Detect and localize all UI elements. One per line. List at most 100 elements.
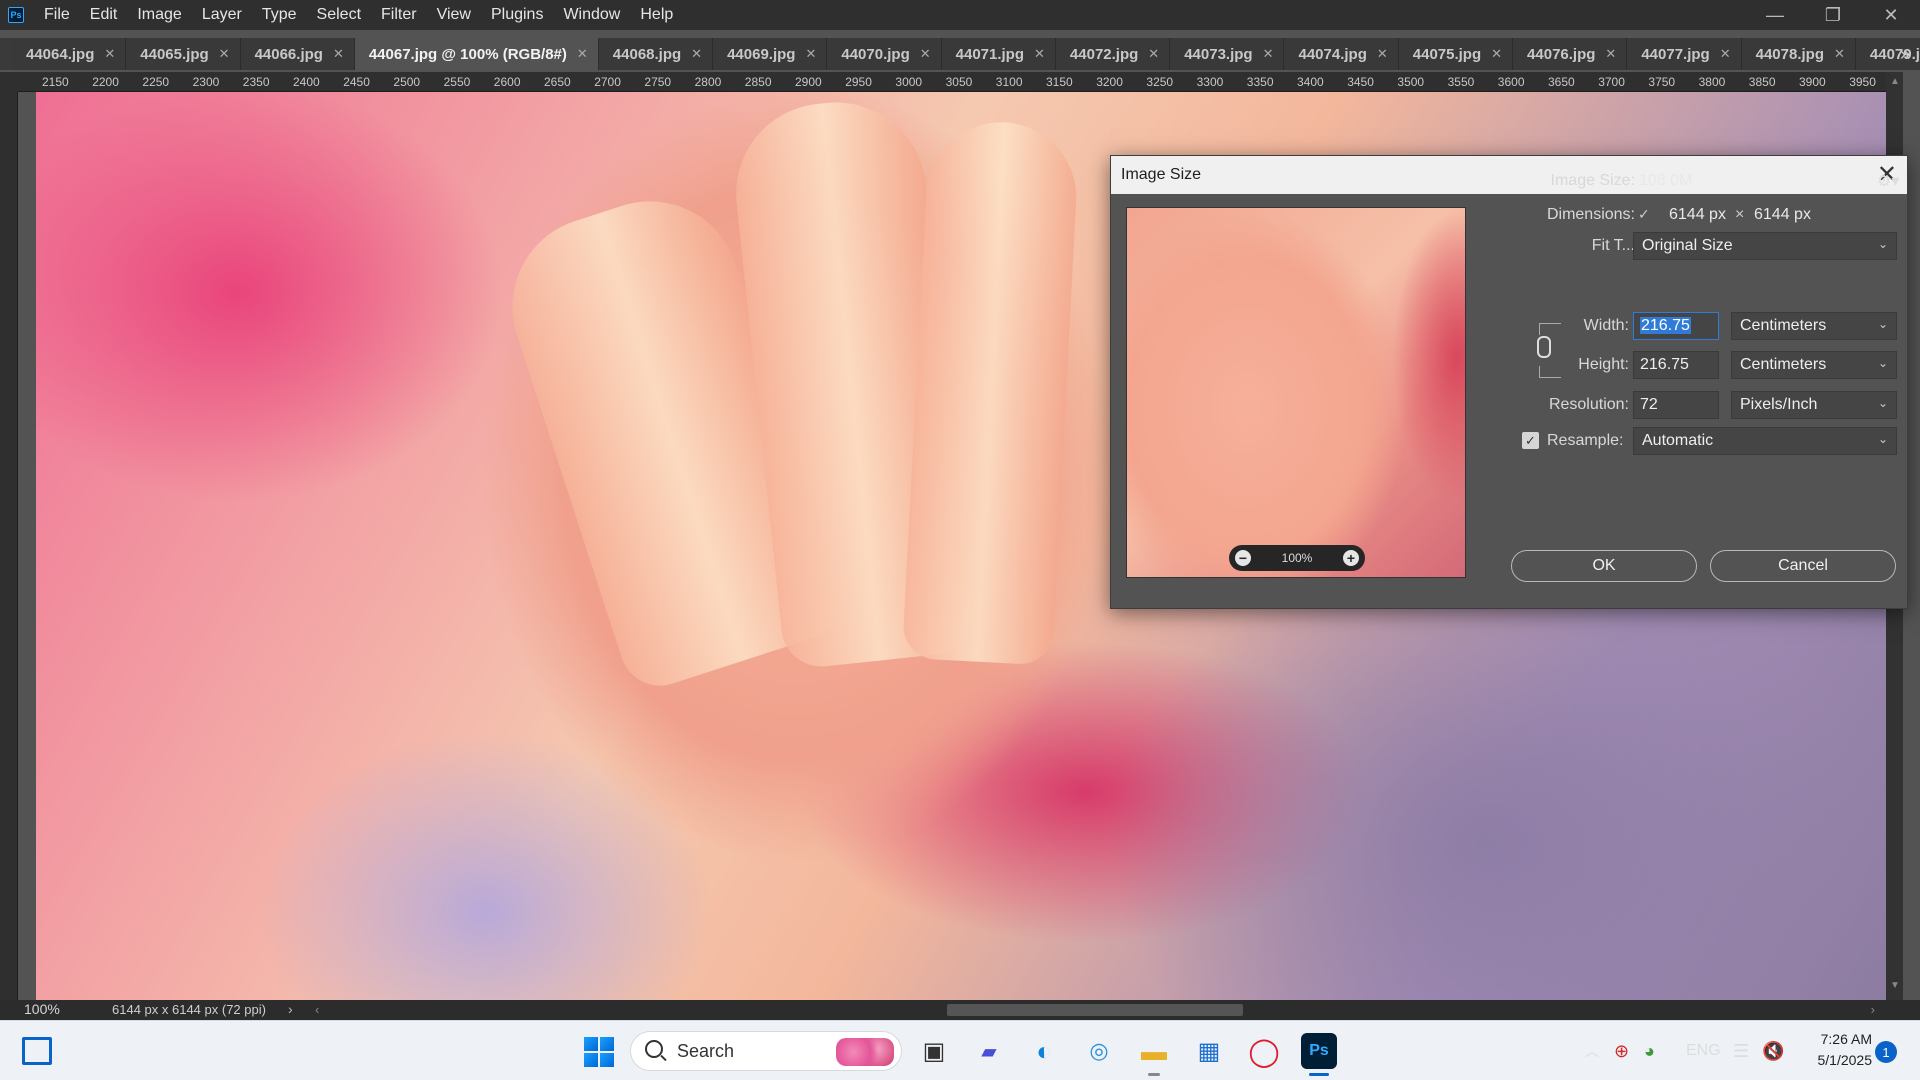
document-tab[interactable]: 44065.jpg ✕ xyxy=(126,38,241,70)
dialog-title: Image Size xyxy=(1121,166,1202,183)
show-hidden-icons-chevron-icon[interactable]: ︿ xyxy=(1585,1041,1599,1061)
document-tab[interactable]: 44066.jpg ✕ xyxy=(240,38,355,70)
file-explorer-icon[interactable]: ▬ xyxy=(1136,1033,1172,1069)
ok-button[interactable]: OK xyxy=(1511,550,1697,582)
restore-button[interactable]: ❐ xyxy=(1804,0,1862,30)
document-tab[interactable]: 44079.jpg✕ xyxy=(1855,38,1920,70)
document-tab[interactable]: 44073.jpg ✕ xyxy=(1170,38,1285,70)
height-input[interactable]: 216.75 xyxy=(1633,351,1719,379)
close-tab-icon[interactable]: ✕ xyxy=(333,46,344,62)
close-tab-icon[interactable]: ✕ xyxy=(1034,46,1045,62)
document-tab[interactable]: 44070.jpg ✕ xyxy=(827,38,942,70)
app-tray-icon[interactable]: ◕ xyxy=(1644,1041,1655,1062)
close-tab-icon[interactable]: ✕ xyxy=(1834,46,1845,62)
height-unit-select[interactable]: Centimeters ⌄ xyxy=(1731,351,1897,379)
menu-help[interactable]: Help xyxy=(630,0,683,30)
menu-view[interactable]: View xyxy=(427,0,481,30)
document-tab[interactable]: 44076.jpg ✕ xyxy=(1513,38,1628,70)
menu-edit[interactable]: Edit xyxy=(80,0,128,30)
notification-badge[interactable]: 1 xyxy=(1875,1041,1897,1063)
menu-file[interactable]: File xyxy=(34,0,80,30)
document-tab[interactable]: 44064.jpg ✕ xyxy=(12,38,127,70)
zoom-out-icon[interactable]: − xyxy=(1235,550,1251,566)
document-tab[interactable]: 44074.jpg ✕ xyxy=(1284,38,1399,70)
cancel-button[interactable]: Cancel xyxy=(1710,550,1896,582)
menu-window[interactable]: Window xyxy=(553,0,630,30)
document-tab[interactable]: 44075.jpg ✕ xyxy=(1398,38,1514,70)
document-tab[interactable]: 44068.jpg ✕ xyxy=(598,38,714,70)
clock-time[interactable]: 7:26 AM xyxy=(1806,1031,1872,1047)
photoshop-taskbar-icon[interactable]: Ps xyxy=(1301,1033,1337,1069)
close-window-button[interactable]: ✕ xyxy=(1862,0,1920,30)
fit-to-select[interactable]: Original Size ⌄ xyxy=(1633,232,1897,260)
menu-filter[interactable]: Filter xyxy=(371,0,427,30)
close-tab-icon[interactable]: ✕ xyxy=(805,46,816,62)
wifi-icon[interactable]: ☰ xyxy=(1733,1041,1749,1062)
language-indicator[interactable]: ENG xyxy=(1686,1042,1721,1060)
vertical-ruler[interactable] xyxy=(0,92,18,1000)
close-tab-icon[interactable]: ✕ xyxy=(1263,46,1274,62)
menu-layer[interactable]: Layer xyxy=(192,0,252,30)
constrain-proportions-link-icon[interactable] xyxy=(1537,336,1551,358)
document-tab[interactable]: 44072.jpg ✕ xyxy=(1055,38,1171,70)
opera-browser-icon[interactable]: ◯ xyxy=(1246,1033,1282,1069)
document-tab[interactable]: 44069.jpg ✕ xyxy=(713,38,828,70)
close-tab-icon[interactable]: ✕ xyxy=(104,46,115,62)
menu-type[interactable]: Type xyxy=(252,0,307,30)
close-tab-icon[interactable]: ✕ xyxy=(577,46,588,62)
close-tab-icon[interactable]: ✕ xyxy=(1605,46,1616,62)
minimize-button[interactable]: — xyxy=(1746,0,1804,30)
resample-select[interactable]: Automatic ⌄ xyxy=(1633,427,1897,455)
edge-browser-icon[interactable]: ◐ xyxy=(1026,1033,1062,1069)
clock-date[interactable]: 5/1/2025 xyxy=(1806,1052,1873,1068)
height-value: 216.75 xyxy=(1640,356,1689,373)
volume-muted-icon[interactable]: 🔇 xyxy=(1762,1041,1784,1062)
camera-app-icon[interactable]: ◎ xyxy=(1081,1033,1117,1069)
width-unit-select[interactable]: Centimeters ⌄ xyxy=(1731,312,1897,340)
teams-icon[interactable]: ▰ xyxy=(971,1033,1007,1069)
scroll-right-icon[interactable]: › xyxy=(1871,1002,1875,1017)
dimensions-dropdown-icon[interactable]: ✓ xyxy=(1638,206,1656,224)
document-tab[interactable]: 44071.jpg ✕ xyxy=(941,38,1056,70)
widgets-icon[interactable] xyxy=(22,1037,52,1065)
close-tab-icon[interactable]: ✕ xyxy=(691,46,702,62)
resample-checkbox[interactable]: ✓ xyxy=(1522,432,1539,449)
chevron-down-icon: ⌄ xyxy=(1877,356,1888,370)
horizontal-scroll-thumb[interactable] xyxy=(947,1004,1243,1016)
resolution-unit-select[interactable]: Pixels/Inch ⌄ xyxy=(1731,391,1897,419)
zoom-level-field[interactable]: 100% xyxy=(24,1001,60,1017)
image-preview[interactable]: − 100% + xyxy=(1126,207,1466,578)
menu-select[interactable]: Select xyxy=(307,0,371,30)
close-tab-icon[interactable]: ✕ xyxy=(1720,46,1731,62)
resolution-input[interactable]: 72 xyxy=(1633,391,1719,419)
close-tab-icon[interactable]: ✕ xyxy=(219,46,230,62)
document-tab-active[interactable]: 44067.jpg @ 100% (RGB/8#) ✕ xyxy=(354,38,599,70)
taskbar-search-box[interactable]: Search xyxy=(630,1031,902,1071)
zoom-in-icon[interactable]: + xyxy=(1342,550,1359,566)
menu-plugins[interactable]: Plugins xyxy=(481,0,553,30)
task-view-icon[interactable]: ▣ xyxy=(916,1033,952,1069)
document-tab[interactable]: 44078.jpg ✕ xyxy=(1741,38,1856,70)
settings-gear-icon[interactable]: ⚙▾ xyxy=(1877,171,1899,191)
image-size-dialog: Image Size ✕ − 100% + ⚙▾ Image Size: 108… xyxy=(1110,155,1908,609)
scroll-up-icon[interactable]: ▲ xyxy=(1890,76,1900,87)
close-tab-icon[interactable]: ✕ xyxy=(920,46,931,62)
close-tab-icon[interactable]: ✕ xyxy=(1491,46,1502,62)
horizontal-ruler[interactable]: 2150 2200 2250 2300 2350 2400 2450 2500 2550 2600… xyxy=(18,72,1903,92)
menu-image[interactable]: Image xyxy=(127,0,191,30)
vpn-tray-icon[interactable]: ⊕ xyxy=(1614,1041,1629,1062)
tab-overflow-icon[interactable]: » xyxy=(1900,38,1910,70)
microsoft-store-icon[interactable]: ▦ xyxy=(1191,1033,1227,1069)
horizontal-scrollbar[interactable]: ‹ › xyxy=(315,1002,1875,1017)
close-tab-icon[interactable]: ✕ xyxy=(1377,46,1388,62)
scroll-left-icon[interactable]: ‹ xyxy=(315,1002,319,1017)
width-input[interactable]: 216.75 xyxy=(1633,312,1719,340)
start-button[interactable] xyxy=(584,1037,614,1067)
ruler-label: 3100 xyxy=(995,75,1023,89)
dialog-titlebar[interactable]: Image Size ✕ xyxy=(1111,156,1907,194)
scroll-down-icon[interactable]: ▼ xyxy=(1890,980,1900,991)
ruler-label: 3450 xyxy=(1347,75,1374,89)
status-menu-arrow-icon[interactable]: › xyxy=(288,1001,293,1017)
document-tab[interactable]: 44077.jpg ✕ xyxy=(1627,38,1742,70)
close-tab-icon[interactable]: ✕ xyxy=(1148,46,1159,62)
